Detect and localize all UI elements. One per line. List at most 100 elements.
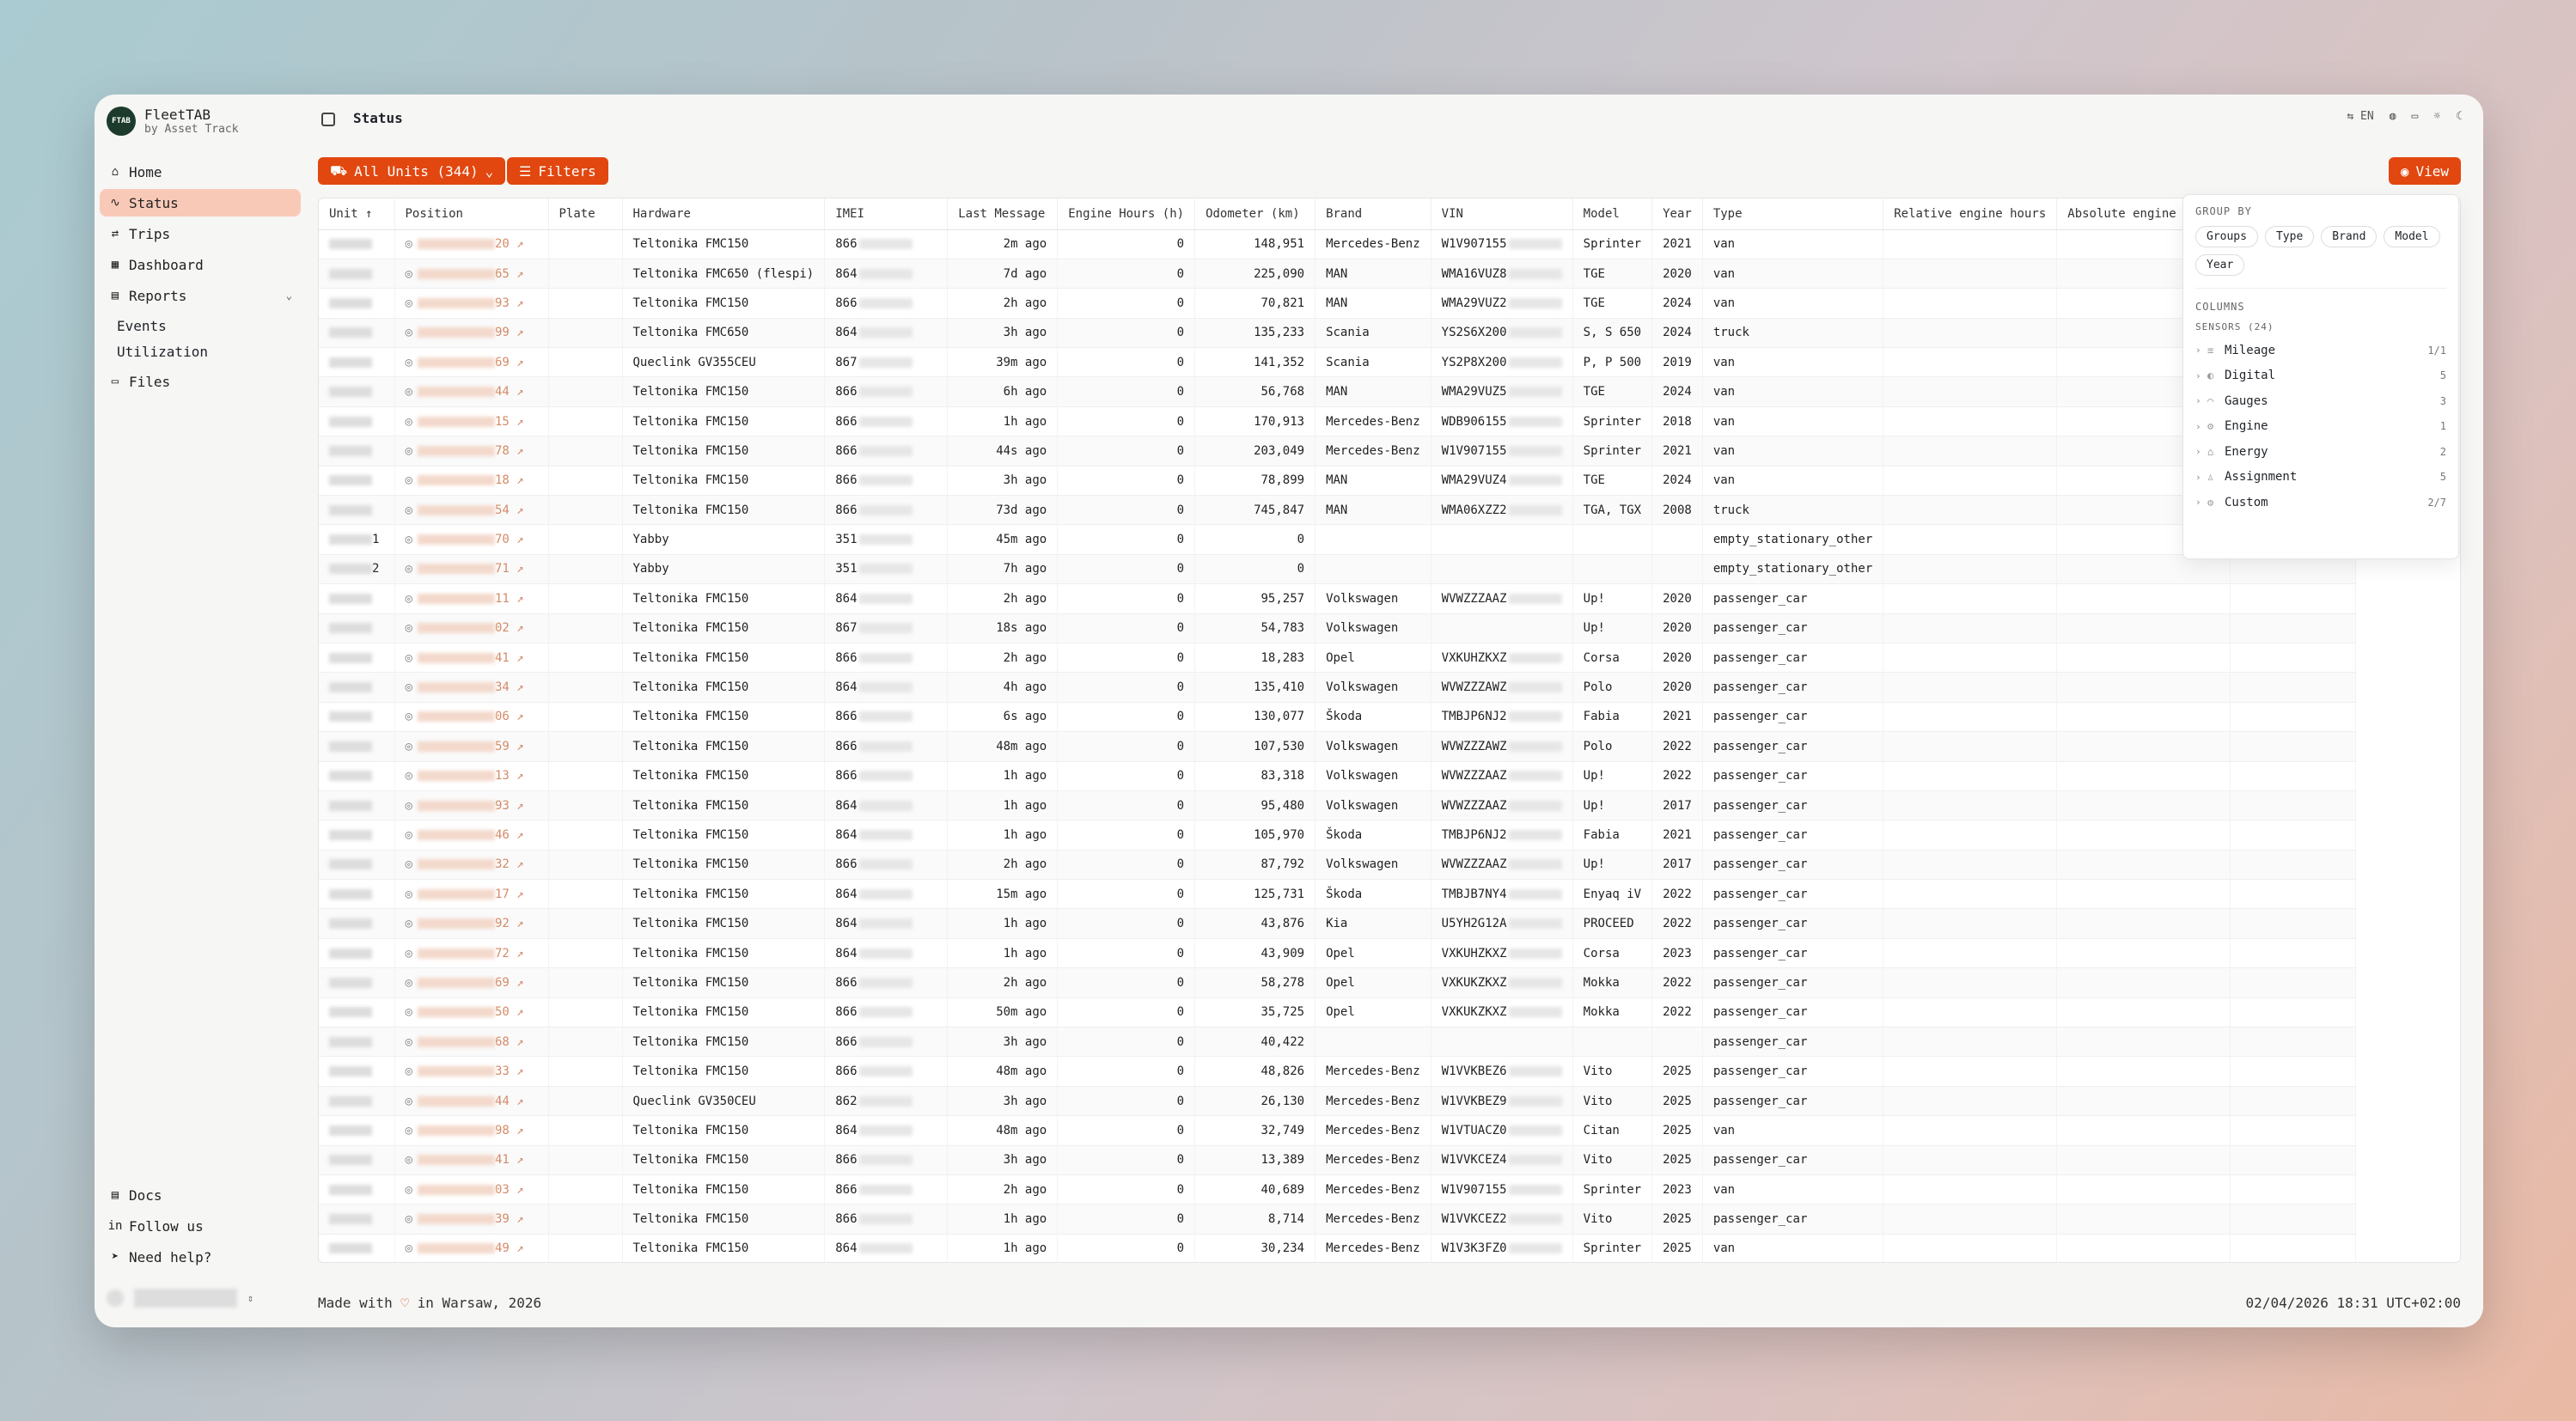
column-header[interactable]: IMEI bbox=[824, 198, 949, 230]
sensor-group-custom[interactable]: › ⚙ Custom 2/7 bbox=[2195, 490, 2446, 515]
external-link-icon[interactable]: ↗ bbox=[510, 740, 523, 753]
column-header[interactable]: Model bbox=[1572, 198, 1653, 230]
cell-position[interactable]: ◎ 92 ↗ bbox=[394, 908, 549, 939]
table-row[interactable]: ◎ 92 ↗ Teltonika FMC150 864 1h ago 0 43,876 Kia… bbox=[319, 908, 2357, 939]
column-header[interactable]: Unit ↑ bbox=[319, 198, 395, 230]
table-row[interactable]: ◎ 33 ↗ Teltonika FMC150 866 48m ago 0 48,826 Me… bbox=[319, 1056, 2357, 1087]
external-link-icon[interactable]: ↗ bbox=[510, 651, 523, 665]
filters-button[interactable]: ☰ Filters bbox=[507, 157, 608, 185]
external-link-icon[interactable]: ↗ bbox=[510, 769, 523, 783]
sidebar-item-need-help[interactable]: ➤ Need help? bbox=[100, 1243, 301, 1271]
moon-icon[interactable]: ☾ bbox=[2456, 110, 2463, 123]
cell-position[interactable]: ◎ 78 ↗ bbox=[394, 436, 549, 467]
column-header[interactable]: Hardware bbox=[622, 198, 826, 230]
column-header[interactable]: Last Message bbox=[947, 198, 1059, 230]
external-link-icon[interactable]: ↗ bbox=[510, 1153, 523, 1167]
sensor-group-energy[interactable]: › ⌂ Energy 2 bbox=[2195, 439, 2446, 465]
external-link-icon[interactable]: ↗ bbox=[510, 533, 523, 546]
external-link-icon[interactable]: ↗ bbox=[510, 887, 523, 901]
column-header[interactable]: Year bbox=[1651, 198, 1703, 230]
external-link-icon[interactable]: ↗ bbox=[510, 237, 523, 251]
cell-position[interactable]: ◎ 71 ↗ bbox=[394, 554, 549, 585]
external-link-icon[interactable]: ↗ bbox=[510, 473, 523, 487]
external-link-icon[interactable]: ↗ bbox=[510, 680, 523, 694]
cell-position[interactable]: ◎ 06 ↗ bbox=[394, 702, 549, 733]
table-row[interactable]: ◎ 17 ↗ Teltonika FMC150 864 15m ago 0 125,731 Š… bbox=[319, 879, 2357, 910]
cell-position[interactable]: ◎ 15 ↗ bbox=[394, 406, 549, 437]
table-row[interactable]: ◎ 93 ↗ Teltonika FMC150 866 2h ago 0 70,821 MAN… bbox=[319, 288, 2357, 319]
sidebar-item-docs[interactable]: ▤ Docs bbox=[100, 1181, 301, 1209]
table-row[interactable]: ◎ 39 ↗ Teltonika FMC150 866 1h ago 0 8,714 Merc… bbox=[319, 1204, 2357, 1235]
sidebar-item-trips[interactable]: ⇄ Trips bbox=[100, 220, 301, 247]
external-link-icon[interactable]: ↗ bbox=[510, 976, 523, 990]
sidebar-toggle-icon[interactable] bbox=[321, 113, 335, 126]
external-link-icon[interactable]: ↗ bbox=[510, 1124, 523, 1137]
external-link-icon[interactable]: ↗ bbox=[510, 1183, 523, 1197]
external-link-icon[interactable]: ↗ bbox=[510, 947, 523, 961]
external-link-icon[interactable]: ↗ bbox=[510, 799, 523, 813]
cell-position[interactable]: ◎ 39 ↗ bbox=[394, 1204, 549, 1235]
column-header[interactable]: Engine Hours (h) bbox=[1057, 198, 1196, 230]
table-row[interactable]: ◎ 93 ↗ Teltonika FMC150 864 1h ago 0 95,480 Vol… bbox=[319, 790, 2357, 821]
cell-position[interactable]: ◎ 69 ↗ bbox=[394, 347, 549, 378]
cell-position[interactable]: ◎ 20 ↗ bbox=[394, 229, 549, 259]
cell-position[interactable]: ◎ 41 ↗ bbox=[394, 1145, 549, 1176]
external-link-icon[interactable]: ↗ bbox=[510, 592, 523, 606]
external-link-icon[interactable]: ↗ bbox=[510, 1095, 523, 1108]
cell-position[interactable]: ◎ 44 ↗ bbox=[394, 376, 549, 407]
sidebar-item-files[interactable]: ▭ Files bbox=[100, 368, 301, 395]
table-row[interactable]: ◎ 72 ↗ Teltonika FMC150 864 1h ago 0 43,909 Ope… bbox=[319, 938, 2357, 969]
table-row[interactable]: ◎ 54 ↗ Teltonika FMC150 866 73d ago 0 745,847 M… bbox=[319, 495, 2357, 526]
column-header[interactable]: Plate bbox=[548, 198, 623, 230]
user-menu[interactable]: ⇕ bbox=[107, 1289, 253, 1308]
external-link-icon[interactable]: ↗ bbox=[510, 267, 523, 281]
table-row[interactable]: 1 ◎ 70 ↗ Yabby 351 45m ago 0 0 empty_stationary_… bbox=[319, 524, 2357, 555]
sensor-group-assignment[interactable]: › ♙ Assignment 5 bbox=[2195, 465, 2446, 491]
table-row[interactable]: ◎ 44 ↗ Queclink GV350CEU 862 3h ago 0 26,130 Me… bbox=[319, 1086, 2357, 1117]
monitor-icon[interactable]: ▭ bbox=[2412, 110, 2419, 123]
table-row[interactable]: ◎ 99 ↗ Teltonika FMC650 864 3h ago 0 135,233 Sc… bbox=[319, 318, 2357, 349]
sensor-group-gauges[interactable]: › ◠ Gauges 3 bbox=[2195, 388, 2446, 414]
globe-icon[interactable]: ◍ bbox=[2390, 110, 2396, 123]
all-units-button[interactable]: ⛟ All Units (344) ⌄ bbox=[318, 157, 506, 185]
cell-position[interactable]: ◎ 69 ↗ bbox=[394, 967, 549, 998]
column-header[interactable]: Brand bbox=[1315, 198, 1431, 230]
brand[interactable]: FTAB FleetTAB by Asset Track bbox=[107, 107, 239, 136]
table-row[interactable]: ◎ 02 ↗ Teltonika FMC150 867 18s ago 0 54,783 Vo… bbox=[319, 613, 2357, 643]
table-row[interactable]: ◎ 06 ↗ Teltonika FMC150 866 6s ago 0 130,077 Šk… bbox=[319, 702, 2357, 733]
table-row[interactable]: ◎ 20 ↗ Teltonika FMC150 866 2m ago 0 148,951 Me… bbox=[319, 229, 2357, 259]
group-by-chip-brand[interactable]: Brand bbox=[2321, 226, 2378, 247]
sidebar-item-home[interactable]: ⌂ Home bbox=[100, 158, 301, 186]
cell-position[interactable]: ◎ 93 ↗ bbox=[394, 790, 549, 821]
table-row[interactable]: ◎ 98 ↗ Teltonika FMC150 864 48m ago 0 32,749 Me… bbox=[319, 1115, 2357, 1146]
external-link-icon[interactable]: ↗ bbox=[510, 296, 523, 310]
external-link-icon[interactable]: ↗ bbox=[510, 326, 523, 339]
column-header[interactable]: Odometer (km) bbox=[1194, 198, 1316, 230]
cell-position[interactable]: ◎ 49 ↗ bbox=[394, 1234, 549, 1262]
cell-position[interactable]: ◎ 99 ↗ bbox=[394, 318, 549, 349]
view-button[interactable]: ◉ View bbox=[2388, 157, 2461, 185]
external-link-icon[interactable]: ↗ bbox=[510, 562, 523, 576]
sensor-group-mileage[interactable]: › ≡ Mileage 1/1 bbox=[2195, 338, 2446, 363]
cell-position[interactable]: ◎ 65 ↗ bbox=[394, 259, 549, 290]
table-row[interactable]: ◎ 44 ↗ Teltonika FMC150 866 6h ago 0 56,768 MAN… bbox=[319, 376, 2357, 407]
cell-position[interactable]: ◎ 59 ↗ bbox=[394, 731, 549, 762]
column-header[interactable]: Relative engine hours bbox=[1883, 198, 2058, 230]
cell-position[interactable]: ◎ 68 ↗ bbox=[394, 1027, 549, 1058]
table-row[interactable]: ◎ 03 ↗ Teltonika FMC150 866 2h ago 0 40,689 Mer… bbox=[319, 1174, 2357, 1205]
table-row[interactable]: ◎ 78 ↗ Teltonika FMC150 866 44s ago 0 203,049 M… bbox=[319, 436, 2357, 467]
group-by-chip-type[interactable]: Type bbox=[2264, 226, 2315, 247]
group-by-chip-year[interactable]: Year bbox=[2195, 254, 2245, 276]
cell-position[interactable]: ◎ 98 ↗ bbox=[394, 1115, 549, 1146]
cell-position[interactable]: ◎ 33 ↗ bbox=[394, 1056, 549, 1087]
cell-position[interactable]: ◎ 17 ↗ bbox=[394, 879, 549, 910]
cell-position[interactable]: ◎ 32 ↗ bbox=[394, 850, 549, 881]
cell-position[interactable]: ◎ 13 ↗ bbox=[394, 761, 549, 791]
sun-icon[interactable]: ☼ bbox=[2433, 110, 2440, 123]
external-link-icon[interactable]: ↗ bbox=[510, 1064, 523, 1078]
cell-position[interactable]: ◎ 34 ↗ bbox=[394, 672, 549, 703]
sidebar-item-events[interactable]: Events bbox=[100, 313, 301, 338]
sidebar-item-dashboard[interactable]: ▦ Dashboard bbox=[100, 251, 301, 278]
table-row[interactable]: ◎ 18 ↗ Teltonika FMC150 866 3h ago 0 78,899 MAN… bbox=[319, 466, 2357, 497]
group-by-chip-groups[interactable]: Groups bbox=[2195, 226, 2258, 247]
